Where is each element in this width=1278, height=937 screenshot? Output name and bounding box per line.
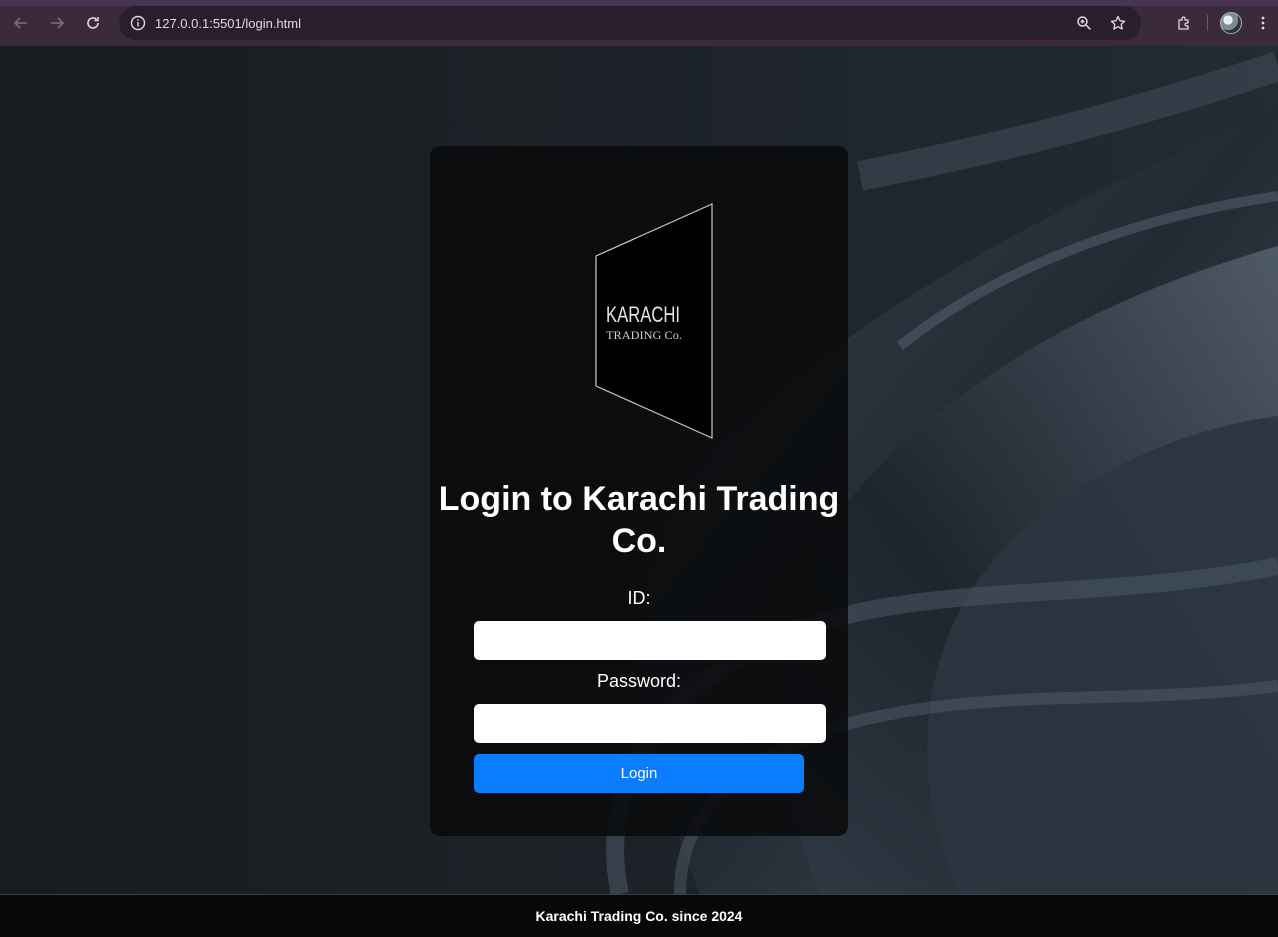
zoom-icon[interactable]	[1067, 6, 1101, 40]
profile-avatar[interactable]	[1214, 6, 1248, 40]
browser-toolbar: 127.0.0.1:5501/login.html	[0, 0, 1278, 46]
id-label: ID:	[627, 588, 651, 608]
id-input[interactable]	[474, 621, 826, 660]
page-background: KARACHI TRADING Co. Login to Karachi Tra…	[0, 46, 1278, 894]
url-text[interactable]: 127.0.0.1:5501/login.html	[155, 16, 301, 31]
svg-text:TRADING Co.: TRADING Co.	[606, 328, 682, 342]
forward-icon[interactable]	[40, 6, 74, 40]
page-title: Login to Karachi Trading Co.	[438, 480, 840, 560]
password-input[interactable]	[474, 704, 826, 743]
extensions-icon[interactable]	[1167, 6, 1201, 40]
address-bar[interactable]: 127.0.0.1:5501/login.html	[119, 6, 1141, 40]
menu-icon[interactable]	[1248, 6, 1278, 40]
toolbar-divider	[1207, 15, 1208, 31]
footer-text: Karachi Trading Co. since 2024	[535, 908, 743, 924]
footer: Karachi Trading Co. since 2024	[0, 894, 1278, 937]
login-button[interactable]: Login	[474, 754, 804, 793]
login-card: KARACHI TRADING Co. Login to Karachi Tra…	[430, 146, 848, 836]
reload-icon[interactable]	[76, 6, 110, 40]
password-label: Password:	[596, 671, 682, 691]
back-icon[interactable]	[4, 6, 38, 40]
site-info-icon[interactable]	[121, 6, 155, 40]
bookmark-star-icon[interactable]	[1101, 6, 1135, 40]
company-logo: KARACHI TRADING Co.	[594, 202, 716, 440]
svg-text:KARACHI: KARACHI	[606, 302, 680, 327]
